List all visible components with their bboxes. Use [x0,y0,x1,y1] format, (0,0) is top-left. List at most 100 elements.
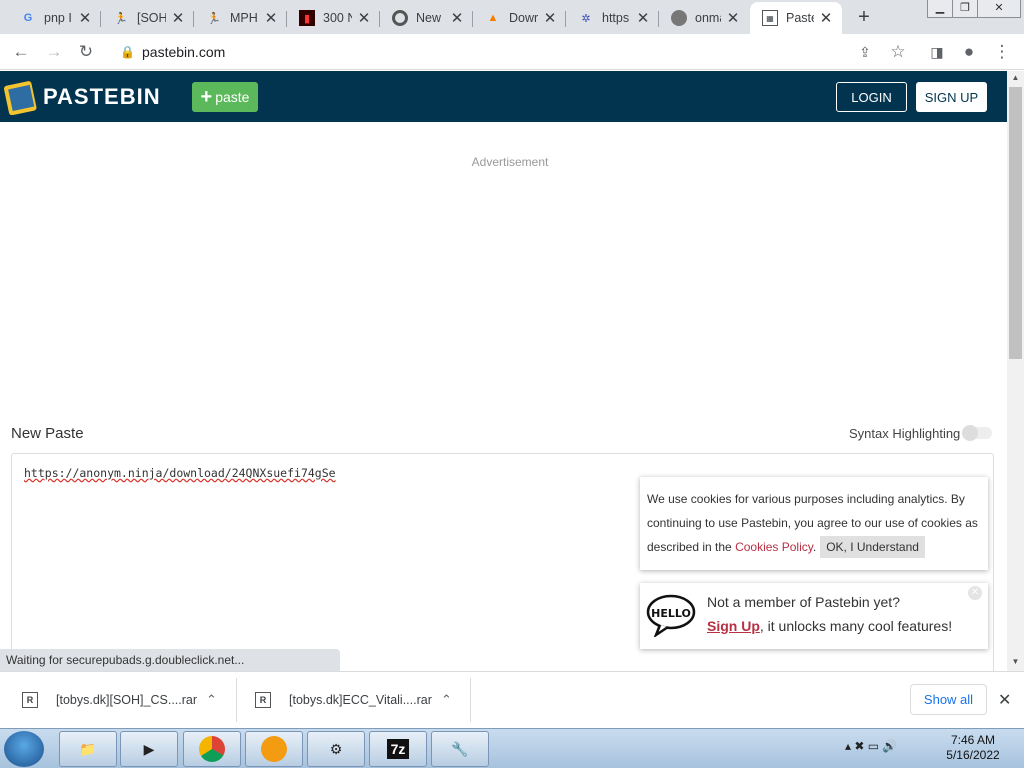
chevron-up-icon[interactable]: ⌃ [206,692,217,708]
promo-line-1: Not a member of Pastebin yet? [707,594,900,610]
cs-icon: 🏃 [207,12,221,25]
hello-speech-bubble-icon: HELLO [646,594,696,637]
lock-icon[interactable]: 🔒 [120,45,135,59]
hello-badge-text: HELLO [651,607,691,620]
tab-9-active[interactable]: ▦ Paste ✕ [750,2,842,34]
close-tab-icon[interactable]: ✕ [356,9,372,27]
promo-line-2-rest: , it unlocks many cool features! [759,618,953,634]
reload-icon[interactable]: ↻ [74,40,98,64]
forward-icon[interactable]: → [42,40,66,64]
back-icon[interactable]: ← [9,40,33,64]
paste-button-label: paste [215,89,250,105]
close-tab-icon[interactable]: ✕ [263,9,279,27]
explorer-taskbar-icon[interactable]: 📁 [59,731,117,767]
new-paste-title: New Paste [11,425,84,442]
pastebin-icon: ▦ [762,10,778,26]
tab-title: Paste [786,11,814,25]
new-paste-button[interactable]: + paste [192,82,258,112]
tool-taskbar-icon[interactable]: 🔧 [431,731,489,767]
menu-kebab-icon[interactable]: ⋮ [990,40,1014,64]
tab-title: Dowr [509,11,538,25]
tab-title: https [602,11,630,25]
address-bar[interactable]: 🔒 pastebin.com [110,38,920,66]
download-item-2[interactable]: R [tobys.dk]ECC_Vitali....rar ⌃ [255,680,465,720]
promo-signup-link[interactable]: Sign Up [707,618,760,634]
chrome-icon [199,736,225,762]
rar-file-icon: R [22,692,38,708]
browser-status-text: Waiting for securepubads.g.doubleclick.n… [0,649,340,671]
tab-8[interactable]: onma ✕ [659,2,749,34]
show-all-downloads-button[interactable]: Show all [910,684,987,715]
pastebin-logo-icon[interactable] [4,77,38,115]
signup-promo-popup: HELLO Not a member of Pastebin yet? Sign… [640,583,988,649]
close-shelf-icon[interactable]: ✕ [998,690,1011,710]
bug-icon: ✲ [581,12,591,25]
cs-icon: 🏃 [114,12,128,25]
close-tab-icon[interactable]: ✕ [542,9,558,27]
tab-6[interactable]: ▲ Dowr ✕ [473,2,566,34]
clock-time: 7:46 AM [950,733,996,747]
tab-4[interactable]: ▮ 300 N ✕ [287,2,380,34]
advertisement-label: Advertisement [471,155,549,169]
pastebin-brand[interactable]: PASTEBIN [43,84,161,110]
restore-button[interactable]: ❐ [952,0,978,18]
close-window-button[interactable]: ✕ [977,0,1021,18]
close-tab-icon[interactable]: ✕ [77,9,93,27]
scroll-down-arrow-icon[interactable]: ▼ [1007,655,1024,669]
download-filename[interactable]: [tobys.dk][SOH]_CS....rar [56,693,197,707]
settings-taskbar-icon[interactable]: ⚙ [307,731,365,767]
close-tab-icon[interactable]: ✕ [725,9,741,27]
tab-title: onma [695,11,721,25]
system-clock[interactable]: 7:46 AM 5/16/2022 [940,733,1006,763]
tab-title: [SOH [137,11,166,25]
tab-2[interactable]: 🏃 [SOH ✕ [101,2,194,34]
syntax-highlighting-toggle[interactable] [962,425,992,441]
tab-3[interactable]: 🏃 MPH ✕ [194,2,287,34]
close-tab-icon[interactable]: ✕ [449,9,465,27]
system-tray[interactable]: ▴ ✖ ▭ 🔊 [845,739,897,753]
address-url[interactable]: pastebin.com [142,44,225,60]
tab-7[interactable]: ✲ https ✕ [566,2,659,34]
scroll-up-arrow-icon[interactable]: ▲ [1007,71,1024,85]
new-tab-button[interactable]: + [853,6,875,28]
signup-button[interactable]: SIGN UP [916,82,987,112]
minimize-button[interactable]: ▁ [927,0,953,18]
cookies-policy-link[interactable]: Cookies Policy [735,540,813,554]
site-icon: ▮ [299,10,315,26]
tab-5[interactable]: New ✕ [380,2,473,34]
media-player-taskbar-icon[interactable]: ▶ [120,731,178,767]
cookie-consent-popup: We use cookies for various purposes incl… [640,477,988,570]
login-button[interactable]: LOGIN [836,82,907,112]
close-tab-icon[interactable]: ✕ [818,9,834,27]
close-tab-icon[interactable]: ✕ [170,9,186,27]
paste-content[interactable]: https://anonym.ninja/download/24QNXsuefi… [24,466,336,480]
tab-title: 300 N [323,11,352,25]
globe-icon [671,10,687,26]
chevron-up-icon[interactable]: ⌃ [441,692,452,708]
7zip-taskbar-icon[interactable]: 7z [369,731,427,767]
chrome-taskbar-icon[interactable] [183,731,241,767]
share-icon[interactable]: ⇪ [853,40,877,64]
close-tab-icon[interactable]: ✕ [635,9,651,27]
7zip-label: 7z [386,739,410,759]
rar-file-icon: R [255,692,271,708]
cookie-text-end: . [812,540,817,554]
tab-1[interactable]: G pnp I ✕ [8,2,101,34]
app-taskbar-icon[interactable] [245,731,303,767]
page-scrollbar[interactable]: ▲ ▼ [1007,71,1024,671]
bookmark-star-icon[interactable]: ☆ [886,40,910,64]
download-item-1[interactable]: R [tobys.dk][SOH]_CS....rar ⌃ [22,680,232,720]
profile-avatar-icon[interactable]: ● [957,40,981,64]
toggle-knob [962,425,978,441]
windows-taskbar: 📁 ▶ ⚙ 7z 🔧 ▴ ✖ ▭ 🔊 7:46 AM 5/16/2022 [0,728,1024,768]
tab-title: pnp I [44,11,72,25]
promo-line-2: Sign Up, it unlocks many cool features! [707,618,952,634]
download-divider [470,678,471,722]
windows-start-button[interactable] [4,731,44,767]
download-filename[interactable]: [tobys.dk]ECC_Vitali....rar [289,693,432,707]
side-panel-icon[interactable]: ◨ [925,40,949,64]
cookie-ok-button[interactable]: OK, I Understand [820,536,925,558]
close-promo-icon[interactable]: ✕ [968,586,982,600]
scrollbar-thumb[interactable] [1009,87,1022,359]
clock-date: 5/16/2022 [946,748,1000,762]
